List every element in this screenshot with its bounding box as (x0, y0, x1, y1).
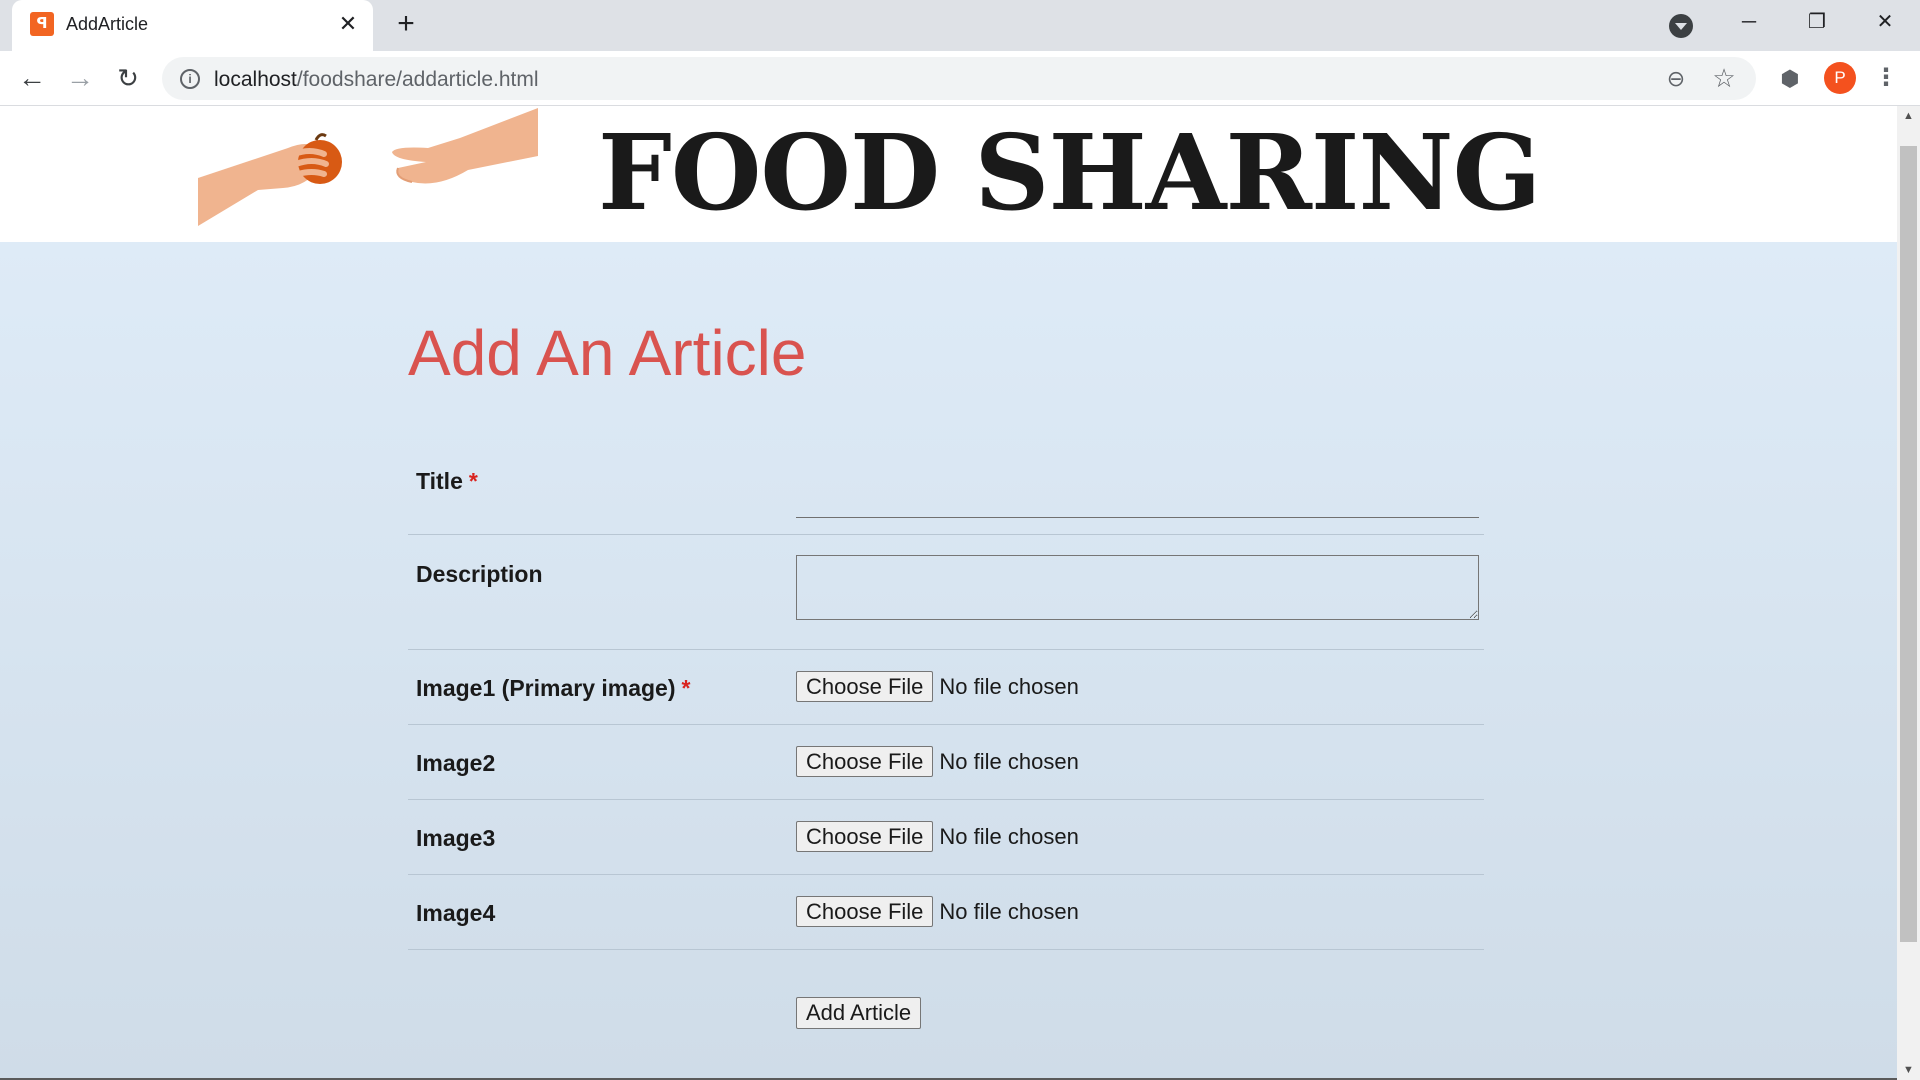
xampp-favicon-icon: ꟼ (30, 12, 54, 36)
form-row-description: Description (408, 535, 1484, 650)
site-header: FOOD SHARING (0, 106, 1897, 242)
tab-search-icon[interactable] (1669, 14, 1693, 38)
image2-label: Image2 (416, 750, 496, 776)
title-label-text: Title (416, 468, 463, 494)
main-content: Add An Article Title * Description Image1… (0, 242, 1897, 1080)
form-row-image2: Image2 Choose File No file chosen (408, 725, 1484, 800)
hands-sharing-food-logo-icon (198, 108, 538, 226)
profile-avatar[interactable]: P (1824, 62, 1856, 94)
form-row-submit: Add Article (408, 950, 1484, 1050)
image4-file-status: No file chosen (939, 899, 1079, 924)
image4-file-input: Choose File No file chosen (796, 896, 1079, 928)
minimize-icon[interactable]: ─ (1729, 5, 1769, 39)
maximize-icon[interactable]: ❐ (1797, 5, 1837, 39)
reload-icon[interactable]: ↻ (110, 60, 146, 96)
browser-tabstrip: ꟼ AddArticle ✕ + ─ ❐ ✕ (0, 0, 1920, 51)
title-input[interactable] (796, 484, 1479, 518)
close-tab-icon[interactable]: ✕ (335, 11, 361, 37)
address-bar[interactable]: i localhost/foodshare/addarticle.html ⊖ … (162, 57, 1756, 100)
new-tab-icon[interactable]: + (390, 9, 422, 41)
image3-choose-file-button[interactable]: Choose File (796, 821, 934, 852)
site-title: FOOD SHARING (598, 111, 1541, 234)
image1-label: Image1 (Primary image) * (416, 675, 690, 702)
image4-choose-file-button[interactable]: Choose File (796, 896, 934, 927)
browser-toolbar: ← → ↻ i localhost/foodshare/addarticle.h… (0, 51, 1920, 106)
description-label: Description (416, 561, 543, 587)
image3-label: Image3 (416, 825, 496, 851)
image1-choose-file-button[interactable]: Choose File (796, 671, 934, 702)
scroll-down-arrow-icon[interactable]: ▼ (1897, 1060, 1920, 1080)
page-title: Add An Article (408, 317, 807, 389)
image1-file-input: Choose File No file chosen (796, 671, 1079, 703)
form-row-image1: Image1 (Primary image) * Choose File No fi… (408, 650, 1484, 725)
add-article-button[interactable]: Add Article (796, 997, 922, 1029)
scrollbar-thumb[interactable] (1900, 146, 1917, 942)
scroll-up-arrow-icon[interactable]: ▲ (1897, 106, 1920, 126)
tab-title: AddArticle (66, 14, 149, 34)
form-row-title: Title * (408, 432, 1484, 535)
url-host: localhost (214, 68, 297, 91)
add-article-form: Title * Description Image1 (Primary image… (408, 432, 1484, 1050)
window-close-icon[interactable]: ✕ (1865, 5, 1905, 39)
url-path: /foodshare/addarticle.html (296, 68, 539, 91)
back-arrow-icon[interactable]: ← (14, 60, 50, 96)
image2-choose-file-button[interactable]: Choose File (796, 746, 934, 777)
required-marker: * (681, 675, 691, 701)
image1-label-text: Image1 (Primary image) (416, 675, 676, 701)
zoom-out-icon[interactable]: ⊖ (1662, 65, 1690, 93)
description-textarea[interactable] (796, 555, 1479, 620)
forward-arrow-icon[interactable]: → (62, 60, 98, 96)
image1-file-status: No file chosen (939, 674, 1079, 699)
url-text[interactable]: localhost/foodshare/addarticle.html (214, 68, 539, 92)
extensions-puzzle-icon[interactable]: ⬢ (1776, 65, 1804, 93)
page-viewport: FOOD SHARING Add An Article Title * Descr… (0, 106, 1897, 1080)
image2-file-input: Choose File No file chosen (796, 746, 1079, 778)
required-marker: * (468, 468, 478, 494)
image3-file-input: Choose File No file chosen (796, 821, 1079, 853)
bookmark-star-icon[interactable]: ☆ (1710, 64, 1738, 92)
site-info-icon[interactable]: i (180, 69, 200, 89)
title-label: Title * (416, 468, 478, 495)
image4-label: Image4 (416, 900, 496, 926)
form-row-image4: Image4 Choose File No file chosen (408, 875, 1484, 950)
browser-tab[interactable]: ꟼ AddArticle ✕ (12, 0, 373, 51)
image2-file-status: No file chosen (939, 749, 1079, 774)
form-row-image3: Image3 Choose File No file chosen (408, 800, 1484, 875)
browser-menu-icon[interactable]: ⋮ (1874, 62, 1898, 94)
image3-file-status: No file chosen (939, 824, 1079, 849)
page-scrollbar[interactable]: ▲ ▼ (1897, 106, 1920, 1080)
